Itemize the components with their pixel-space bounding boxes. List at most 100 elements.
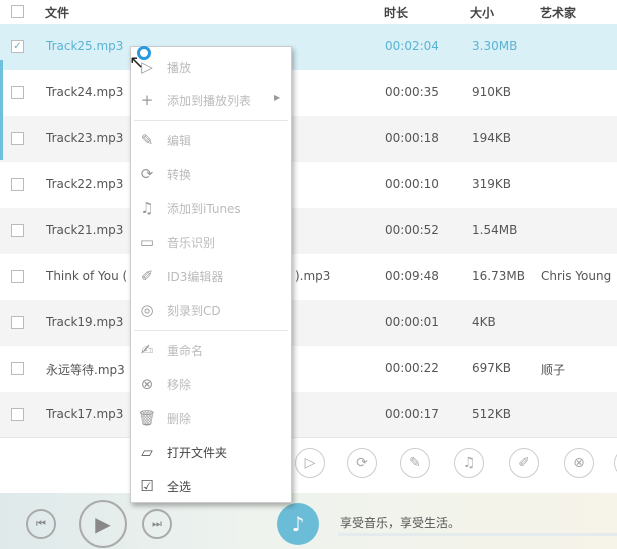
menu-item-label: 重命名 [167,344,204,358]
menu-item[interactable]: ▭ 音乐识别 [131,227,291,257]
select-all-checkbox[interactable] [11,5,24,18]
row-checkbox[interactable] [11,178,24,191]
menu-item[interactable]: ▱ 打开文件夹 [131,437,291,467]
table-header: 文件 时长 大小 艺术家 [0,0,617,24]
menu-item-label: 删除 [167,412,192,426]
menu-item[interactable]: + 添加到播放列表 ▶ [131,85,291,115]
edit-button[interactable]: ✎ [400,448,430,478]
col-file[interactable]: 文件 [45,4,69,21]
table-row[interactable]: ✓ Track25.mp3 00:02:04 3.30MB [0,24,617,70]
size: 910KB [472,85,512,99]
col-duration[interactable]: 时长 [384,4,408,21]
file-name: Track25.mp3 [46,39,124,53]
menu-item-label: 音乐识别 [167,236,216,250]
menu-item[interactable]: ✍ 重命名 [131,335,291,365]
row-checkbox[interactable] [11,316,24,329]
table-row[interactable]: Track21.mp3 00:00:52 1.54MB [0,208,617,254]
table-row[interactable]: 永远等待.mp3 00:00:22 697KB 顺子 [0,346,617,392]
size: 16.73MB [472,269,525,283]
folder-icon: ▱ [141,443,153,461]
duration: 00:09:48 [385,269,439,283]
next-button[interactable]: ⏭ [142,509,172,539]
menu-item[interactable]: 🗑 删除 [131,403,291,433]
row-checkbox[interactable] [11,362,24,375]
menu-item-label: 打开文件夹 [167,446,228,460]
pencil-icon: ✎ [140,131,154,149]
table-row[interactable]: Track19.mp3 00:00:01 4KB [0,300,617,346]
menu-item[interactable]: ▷ 播放 [131,52,291,82]
add-itunes-button[interactable]: ♫ [454,448,484,478]
file-name: Track24.mp3 [46,85,124,99]
menu-item[interactable]: ♫ 添加到iTunes [131,193,291,223]
rename-button[interactable]: ✐ [509,448,539,478]
row-checkbox[interactable] [11,86,24,99]
size: 194KB [472,131,512,145]
menu-item[interactable]: ✐ ID3编辑器 [131,261,291,291]
remove-icon: ⊗ [140,375,154,393]
id-card-icon: ▭ [139,233,155,251]
now-playing-text: 享受音乐，享受生活。 [340,516,461,530]
table-row[interactable]: Track23.mp3 00:00:18 194KB [0,116,617,162]
menu-item-label: 全选 [167,480,192,494]
menu-item-label: 刻录到CD [167,304,221,318]
rename-icon: ✍ [140,341,154,359]
file-name-tail: ).mp3 [295,269,331,283]
row-checkbox[interactable] [11,408,24,421]
col-size[interactable]: 大小 [470,4,494,21]
menu-item-label: ID3编辑器 [167,270,224,284]
duration: 00:00:17 [385,407,439,421]
menu-item[interactable]: ◎ 刻录到CD [131,295,291,325]
size: 1.54MB [472,223,518,237]
duration: 00:00:10 [385,177,439,191]
size: 4KB [472,315,496,329]
menu-item-label: 移除 [167,378,192,392]
id3-edit-icon: ✐ [140,267,154,285]
menu-item[interactable]: ⟳ 转换 [131,159,291,189]
menu-item-label: 编辑 [167,134,192,148]
artist: 顺子 [541,363,566,377]
convert-icon: ⟳ [140,165,154,183]
table-row[interactable]: Track22.mp3 00:00:10 319KB [0,162,617,208]
busy-cursor-icon [137,46,151,60]
menu-item[interactable]: ⊗ 移除 [131,369,291,399]
table-row[interactable]: Track24.mp3 00:00:35 910KB [0,70,617,116]
menu-item-label: 播放 [167,61,192,75]
duration: 00:00:52 [385,223,439,237]
duration: 00:00:01 [385,315,439,329]
select-all-icon: ☑ [140,477,154,495]
convert-button[interactable]: ⟳ [347,448,377,478]
duration: 00:00:22 [385,361,439,375]
play-button[interactable]: ▷ [295,448,325,478]
menu-item[interactable]: ✎ 编辑 [131,125,291,155]
play-pause-button[interactable]: ▶ [79,500,127,548]
remove-button[interactable]: ⊗ [564,448,594,478]
file-name: Track23.mp3 [46,131,124,145]
selection-stripe [0,60,3,160]
file-name: Track21.mp3 [46,223,124,237]
plus-icon: + [140,91,154,109]
size: 512KB [472,407,512,421]
cd-icon: ◎ [140,301,154,319]
progress-bar[interactable] [338,533,617,536]
menu-item-label: 添加到iTunes [167,202,241,216]
table-row[interactable]: Think of You ( ).mp3 00:09:48 16.73MB Ch… [0,254,617,300]
duration: 00:02:04 [385,39,439,53]
album-art-icon: ♪ [277,503,319,545]
row-checkbox[interactable]: ✓ [11,40,24,53]
col-artist[interactable]: 艺术家 [540,4,576,21]
menu-separator [134,330,288,331]
row-checkbox[interactable] [11,224,24,237]
context-menu: ▷ 播放 + 添加到播放列表 ▶ ✎ 编辑 ⟳ 转换 ♫ 添加到iTunes ▭ 音乐识别 ✐ ID3编辑器… [130,46,292,503]
file-name: Think of You ( [46,269,128,283]
file-name: 永远等待.mp3 [46,363,125,377]
size: 319KB [472,177,512,191]
menu-item[interactable]: ☑ 全选 [131,471,291,501]
menu-separator [134,120,288,121]
submenu-arrow-icon: ▶ [274,93,281,102]
row-checkbox[interactable] [11,270,24,283]
artist: Chris Young [541,269,612,283]
action-toolbar: ▷ ⟳ ✎ ♫ ✐ ⊗ [0,437,617,493]
row-checkbox[interactable] [11,132,24,145]
previous-button[interactable]: ⏮ [26,509,56,539]
table-row[interactable]: Track17.mp3 00:00:17 512KB [0,392,617,438]
